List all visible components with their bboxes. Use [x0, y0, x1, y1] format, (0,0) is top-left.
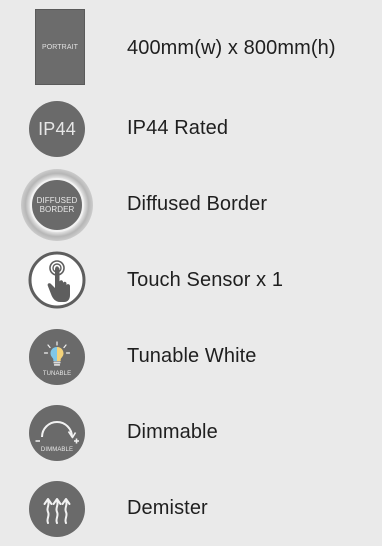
- dimmable-icon: DIMMABLE: [20, 394, 96, 470]
- diffused-icon-text-line1: DIFFUSED: [36, 195, 78, 205]
- feature-row-ip44: IP44 IP44 Rated: [0, 90, 382, 166]
- feature-label-dimmable: Dimmable: [127, 421, 218, 443]
- feature-row-diffused-border: DIFFUSED BORDER Diffused Border: [0, 166, 382, 242]
- feature-label-demister: Demister: [127, 497, 208, 519]
- feature-label-touch-sensor: Touch Sensor x 1: [127, 269, 284, 291]
- touch-sensor-icon: [20, 242, 96, 318]
- touch-sensor-svg: [28, 251, 86, 309]
- feature-label-ip44: IP44 Rated: [127, 117, 229, 139]
- demister-icon: [20, 470, 96, 546]
- ip44-icon: IP44: [20, 90, 96, 166]
- demister-circle: [29, 481, 85, 537]
- diffused-circle: DIFFUSED BORDER: [30, 178, 84, 232]
- dimmer-arc-icon: [35, 421, 79, 444]
- portrait-icon-text: PORTRAIT: [41, 43, 79, 51]
- diffused-icon-text-line2: BORDER: [39, 205, 75, 214]
- feature-row-size: PORTRAIT 400mm(w) x 800mm(h): [0, 4, 382, 85]
- portrait-icon: PORTRAIT: [20, 4, 96, 85]
- feature-label-size: 400mm(w) x 800mm(h): [127, 37, 336, 59]
- feature-row-dimmable: DIMMABLE Dimmable: [0, 394, 382, 470]
- feature-row-touch-sensor: Touch Sensor x 1: [0, 242, 382, 318]
- feature-row-tunable-white: TUNABLE Tunable White: [0, 318, 382, 394]
- ip44-circle: IP44: [29, 101, 85, 157]
- dimmable-circle: DIMMABLE: [29, 405, 85, 461]
- feature-row-demister: Demister: [0, 470, 382, 546]
- dimmable-icon-text: DIMMABLE: [40, 447, 74, 453]
- tunable-icon-text: TUNABLE: [42, 370, 72, 377]
- diffused-border-icon: DIFFUSED BORDER: [20, 166, 96, 242]
- tunable-circle: TUNABLE: [29, 329, 85, 385]
- feature-label-diffused-border: Diffused Border: [127, 193, 268, 215]
- heat-arrows-icon: [43, 498, 71, 524]
- tunable-white-icon: TUNABLE: [20, 318, 96, 394]
- bulb-icon: [43, 340, 71, 366]
- feature-list: PORTRAIT 400mm(w) x 800mm(h) IP44 IP44 R…: [0, 0, 382, 540]
- feature-label-tunable-white: Tunable White: [127, 345, 257, 367]
- ip44-icon-text: IP44: [38, 119, 76, 139]
- portrait-rect: PORTRAIT: [35, 9, 85, 85]
